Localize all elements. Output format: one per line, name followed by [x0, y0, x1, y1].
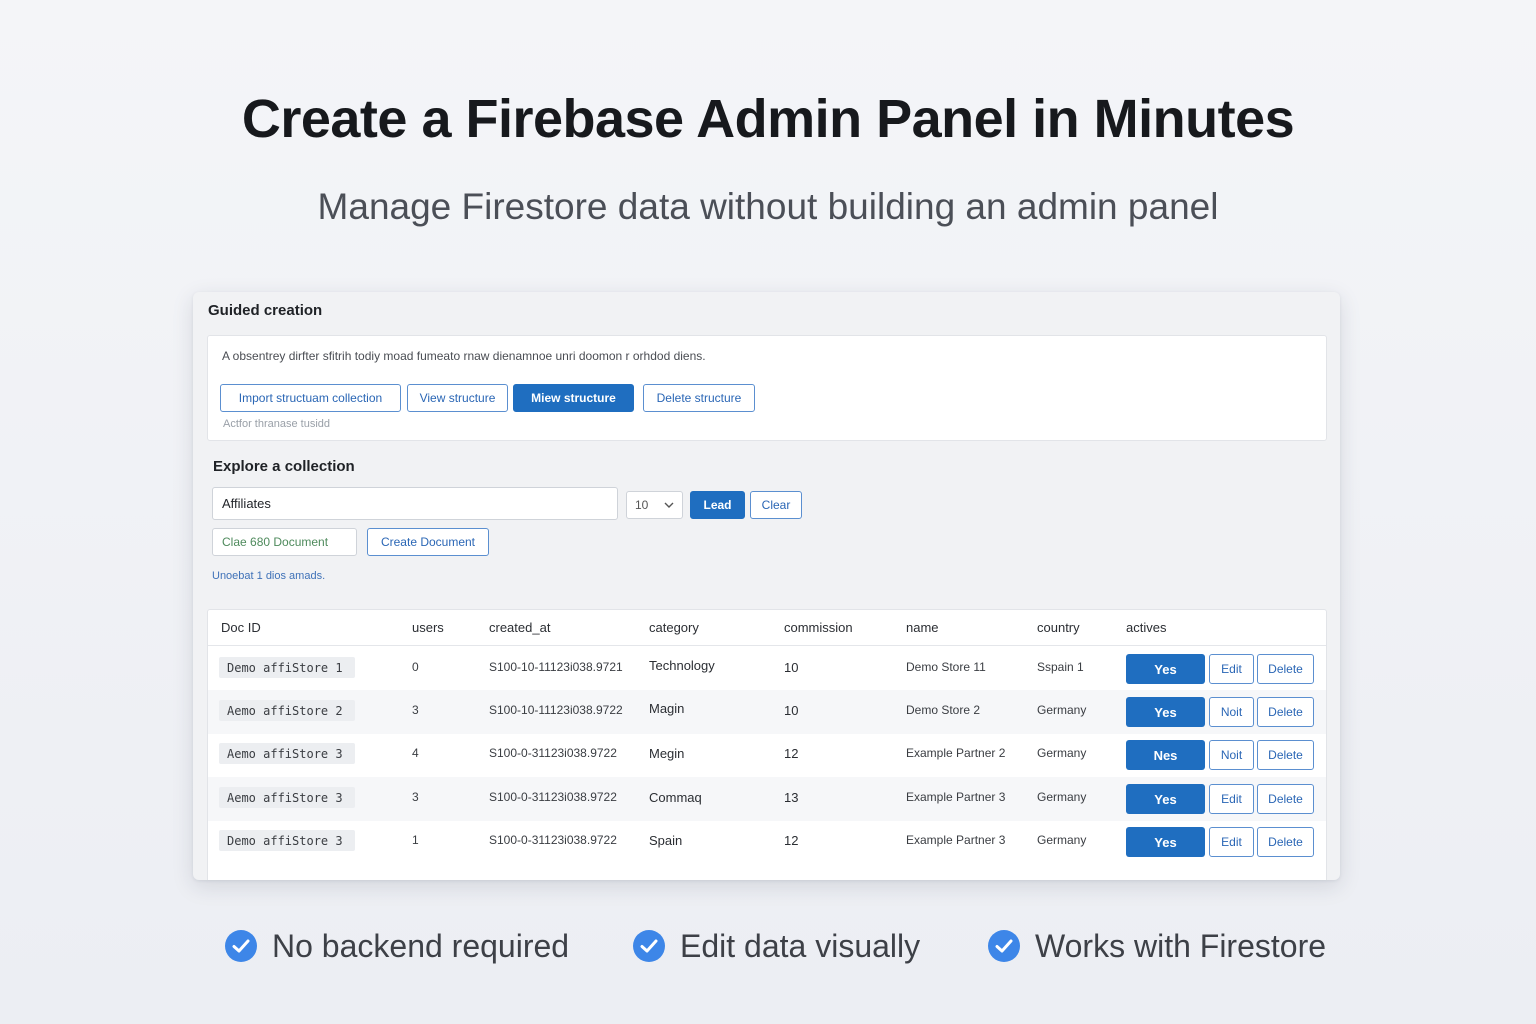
- cell-name: Example Partner 3: [906, 833, 1006, 847]
- cell-category: Megin: [649, 746, 685, 761]
- column-header-doc-id: Doc ID: [221, 620, 261, 635]
- cell-category: Spain: [649, 833, 683, 848]
- cell-name: Example Partner 3: [906, 790, 1006, 804]
- view-structure-primary-button[interactable]: Miew structure: [513, 384, 634, 412]
- hero-subtitle: Manage Firestore data without building a…: [317, 186, 1219, 227]
- feature-item: Works with Firestore: [988, 922, 1326, 970]
- feature-label: No backend required: [272, 927, 570, 964]
- doc-id-chip: Aemo affiStore 3: [219, 787, 355, 808]
- guided-hint: Actfor thranase tusidd: [223, 418, 331, 430]
- table-row[interactable]: Aemo affiStore 2 3 S100-10-11123i038.972…: [208, 690, 1326, 734]
- collection-input[interactable]: Affiliates: [212, 487, 618, 520]
- guided-creation-card: A obsentrey dirfter sfitrih todiy moad f…: [207, 335, 1327, 441]
- cell-created-at: S100-0-31123i038.9722: [489, 746, 617, 760]
- check-circle-icon: [225, 930, 257, 962]
- doc-id-chip: Aemo affiStore 3: [219, 743, 355, 764]
- cell-category: Commaq: [649, 790, 702, 805]
- view-structure-button[interactable]: View structure: [407, 384, 508, 412]
- delete-structure-button[interactable]: Delete structure: [643, 384, 755, 412]
- feature-list: No backend required Edit data visually W…: [0, 922, 1536, 972]
- active-toggle-button[interactable]: Yes: [1126, 827, 1205, 857]
- check-circle-icon: [988, 930, 1020, 962]
- create-document-button[interactable]: Create Document: [367, 528, 489, 556]
- clear-button[interactable]: Clear: [750, 491, 802, 519]
- edit-button[interactable]: Noit: [1209, 697, 1254, 727]
- guided-creation-title: Guided creation: [208, 302, 323, 319]
- cell-users: 3: [412, 703, 419, 717]
- limit-select-value: 10: [635, 498, 649, 512]
- cell-commission: 12: [784, 746, 799, 761]
- cell-category: Technology: [649, 658, 715, 673]
- guided-description: A obsentrey dirfter sfitrih todiy moad f…: [222, 349, 706, 363]
- feature-item: Edit data visually: [633, 922, 920, 970]
- table-row[interactable]: Aemo affiStore 3 4 S100-0-31123i038.9722…: [208, 733, 1326, 777]
- edit-button[interactable]: Edit: [1209, 654, 1254, 684]
- table-row[interactable]: Demo affiStore 3 1 S100-0-31123i038.9722…: [208, 820, 1326, 864]
- column-header-country: country: [1037, 620, 1080, 635]
- status-text: Unoebat 1 dios amads.: [212, 570, 326, 582]
- cell-name: Example Partner 2: [906, 746, 1006, 760]
- cell-commission: 10: [784, 703, 799, 718]
- column-header-name: name: [906, 620, 939, 635]
- hero-title: Create a Firebase Admin Panel in Minutes: [241, 89, 1295, 149]
- cell-created-at: S100-10-11123i038.9722: [489, 703, 623, 717]
- cell-country: Sspain 1: [1037, 660, 1084, 674]
- column-header-users: users: [412, 620, 444, 635]
- limit-select[interactable]: 10: [626, 491, 683, 519]
- table-header-divider: [208, 645, 1326, 646]
- check-circle-icon: [633, 930, 665, 962]
- cell-created-at: S100-10-11123i038.9721: [489, 660, 623, 674]
- active-toggle-button[interactable]: Yes: [1126, 654, 1205, 684]
- admin-panel-window: Guided creation A obsentrey dirfter sfit…: [193, 292, 1340, 880]
- documents-table: Doc ID users created_at category commiss…: [207, 609, 1327, 880]
- cell-users: 1: [412, 833, 419, 847]
- delete-button[interactable]: Delete: [1257, 654, 1314, 684]
- cell-name: Demo Store 2: [906, 703, 981, 717]
- active-toggle-button[interactable]: Nes: [1126, 740, 1205, 770]
- cell-country: Germany: [1037, 790, 1087, 804]
- feature-label: Edit data visually: [680, 927, 921, 964]
- cell-country: Germany: [1037, 746, 1087, 760]
- cell-country: Germany: [1037, 833, 1087, 847]
- document-id-input[interactable]: Clae 680 Document: [212, 528, 357, 556]
- column-header-category: category: [649, 620, 699, 635]
- table-row[interactable]: Aemo affiStore 3 3 S100-0-31123i038.9722…: [208, 777, 1326, 821]
- delete-button[interactable]: Delete: [1257, 740, 1314, 770]
- column-header-created-at: created_at: [489, 620, 551, 635]
- import-structure-button[interactable]: Import structuam collection: [220, 384, 401, 412]
- doc-id-chip: Demo affiStore 1: [219, 657, 355, 678]
- active-toggle-button[interactable]: Yes: [1126, 784, 1205, 814]
- active-toggle-button[interactable]: Yes: [1126, 697, 1205, 727]
- cell-created-at: S100-0-31123i038.9722: [489, 790, 617, 804]
- feature-label: Works with Firestore: [1035, 927, 1327, 964]
- explore-collection-title: Explore a collection: [213, 458, 355, 475]
- feature-item: No backend required: [225, 922, 569, 970]
- cell-commission: 12: [784, 833, 799, 848]
- cell-commission: 10: [784, 660, 799, 675]
- cell-created-at: S100-0-31123i038.9722: [489, 833, 617, 847]
- edit-button[interactable]: Edit: [1209, 827, 1254, 857]
- table-row[interactable]: Demo affiStore 1 0 S100-10-11123i038.972…: [208, 647, 1326, 691]
- cell-category: Magin: [649, 701, 685, 716]
- cell-name: Demo Store 11: [906, 660, 986, 674]
- cell-country: Germany: [1037, 703, 1087, 717]
- cell-commission: 13: [784, 790, 799, 805]
- delete-button[interactable]: Delete: [1257, 697, 1314, 727]
- delete-button[interactable]: Delete: [1257, 784, 1314, 814]
- column-header-commission: commission: [784, 620, 853, 635]
- doc-id-chip: Demo affiStore 3: [219, 830, 355, 851]
- doc-id-chip: Aemo affiStore 2: [219, 700, 355, 721]
- chevron-down-icon: [664, 500, 674, 511]
- cell-users: 4: [412, 746, 419, 760]
- delete-button[interactable]: Delete: [1257, 827, 1314, 857]
- load-button[interactable]: Lead: [690, 491, 745, 519]
- cell-users: 3: [412, 790, 419, 804]
- column-header-actives: actives: [1126, 620, 1167, 635]
- edit-button[interactable]: Noit: [1209, 740, 1254, 770]
- edit-button[interactable]: Edit: [1209, 784, 1254, 814]
- cell-users: 0: [412, 660, 419, 674]
